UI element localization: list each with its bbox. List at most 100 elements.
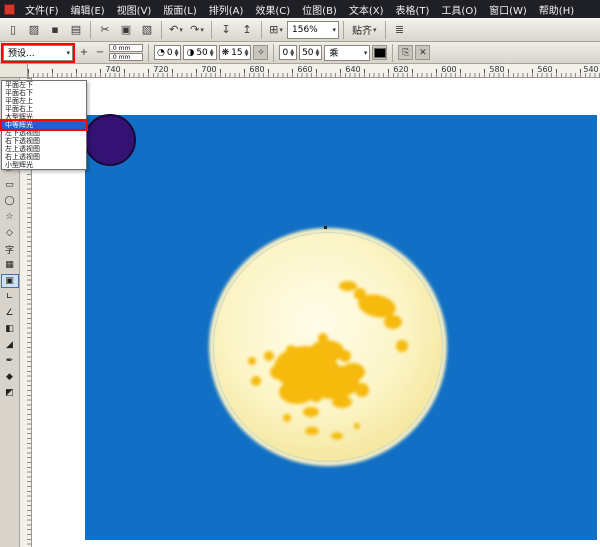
interactive-fill-tool[interactable]: ◩ (1, 386, 19, 400)
shadow-color-swatch (374, 48, 386, 58)
preset-option-flat-bottom-left[interactable]: 平面左下 (2, 81, 86, 89)
shadow-angle-field[interactable]: ◔ 0 ▲▼ (154, 45, 181, 60)
undo-icon[interactable]: ↶▾ (166, 20, 186, 40)
new-document-icon[interactable]: ▯ (3, 20, 23, 40)
menu-text[interactable]: 文本(X) (343, 1, 390, 18)
preset-option-flat-top-left[interactable]: 平面左上 (2, 97, 86, 105)
menu-layout[interactable]: 版面(L) (157, 1, 202, 18)
preset-option-persp-top-right[interactable]: 右上透视图 (2, 153, 86, 161)
shadow-feather-value: 15 (231, 48, 242, 58)
menu-table[interactable]: 表格(T) (390, 1, 436, 18)
spinner-arrows[interactable]: ▲▼ (175, 49, 179, 57)
chevron-down-icon[interactable]: ▾ (179, 26, 183, 34)
menu-tools[interactable]: 工具(O) (435, 1, 483, 18)
ruler-number: 620 (392, 65, 410, 74)
polygon-tool[interactable]: ☆ (1, 210, 19, 224)
copy-shadow-properties-button[interactable]: ⎘ (398, 45, 413, 60)
menu-arrange[interactable]: 排列(A) (203, 1, 250, 18)
preset-option-medium-glow[interactable]: 中等辉光 (2, 121, 86, 129)
spinner-arrows[interactable]: ▲▼ (245, 49, 249, 57)
ruler-origin-button[interactable] (0, 64, 28, 78)
redo-icon[interactable]: ↷▾ (187, 20, 207, 40)
ruler-number: 540 (582, 65, 600, 74)
transparency-tool[interactable]: ◧ (1, 322, 19, 336)
clear-shadow-button[interactable]: ✕ (415, 45, 430, 60)
ruler-number: 560 (536, 65, 554, 74)
chevron-down-icon[interactable]: ▾ (200, 26, 204, 34)
purple-circle-object[interactable] (84, 114, 136, 166)
cut-icon[interactable]: ✂ (95, 20, 115, 40)
spinner-arrows[interactable]: ▲▼ (290, 49, 294, 57)
preset-dropdown[interactable]: 预设... ▾ (3, 45, 73, 61)
moon-object[interactable] (211, 230, 445, 464)
chevron-down-icon: ▾ (332, 26, 336, 34)
ruler-number: 680 (248, 65, 266, 74)
shadow-fade-field[interactable]: 0 ▲▼ (279, 45, 297, 60)
options-icon[interactable]: ≣ (390, 20, 410, 40)
preset-option-persp-bottom-left[interactable]: 左下透视图 (2, 129, 86, 137)
drop-shadow-tool[interactable]: ▣ (1, 274, 19, 288)
merge-mode-dropdown[interactable]: 乘 ▾ (324, 45, 370, 61)
preset-option-persp-bottom-right[interactable]: 右下透视图 (2, 137, 86, 145)
ellipse-tool[interactable]: ◯ (1, 194, 19, 208)
save-icon[interactable]: ▪ (45, 20, 65, 40)
app-launcher-icon[interactable]: ⊞▾ (266, 20, 286, 40)
preset-option-flat-bottom-right[interactable]: 平面右下 (2, 89, 86, 97)
shadow-color-picker[interactable] (372, 45, 387, 60)
spinner-arrows[interactable]: ▲▼ (316, 49, 320, 57)
copy-icon[interactable]: ▣ (116, 20, 136, 40)
import-icon[interactable]: ↧ (216, 20, 236, 40)
open-icon[interactable]: ▨ (24, 20, 44, 40)
menu-view[interactable]: 视图(V) (111, 1, 158, 18)
preset-option-large-glow[interactable]: 大型辉光 (2, 113, 86, 121)
menu-window[interactable]: 窗口(W) (483, 1, 533, 18)
menu-help[interactable]: 帮助(H) (533, 1, 580, 18)
menu-effects[interactable]: 效果(C) (249, 1, 296, 18)
spinner-arrows[interactable]: ▲▼ (210, 49, 214, 57)
zoom-level-combo[interactable]: 156% ▾ (287, 21, 339, 39)
print-icon[interactable]: ▤ (66, 20, 86, 40)
eyedropper-tool[interactable]: ◢ (1, 338, 19, 352)
menu-edit[interactable]: 编辑(E) (65, 1, 111, 18)
drawing-canvas[interactable] (32, 78, 600, 547)
basic-shapes-tool[interactable]: ◇ (1, 226, 19, 240)
snap-to-button[interactable]: 贴齐 ▾ (348, 20, 381, 40)
feather-icon: ❋ (222, 48, 230, 58)
chevron-down-icon: ▾ (364, 49, 368, 57)
shadow-offset-x-input[interactable] (109, 44, 143, 52)
ruler-number: 700 (200, 65, 218, 74)
rectangle-tool[interactable]: ▭ (1, 178, 19, 192)
table-tool[interactable]: ▦ (1, 258, 19, 272)
toolbar-separator (161, 21, 162, 39)
export-icon[interactable]: ↥ (237, 20, 257, 40)
fill-tool[interactable]: ◆ (1, 370, 19, 384)
menu-file[interactable]: 文件(F) (19, 1, 65, 18)
preset-option-small-glow[interactable]: 小型辉光 (2, 161, 86, 169)
zoom-level-value: 156% (292, 25, 318, 35)
feather-direction-button[interactable]: ✧ (253, 45, 268, 60)
menu-bar: 文件(F) 编辑(E) 视图(V) 版面(L) 排列(A) 效果(C) 位图(B… (0, 0, 600, 18)
connector-tool[interactable]: ∟ (1, 290, 19, 304)
text-tool[interactable]: 字 (1, 242, 19, 256)
chevron-down-icon[interactable]: ▾ (279, 26, 283, 34)
outline-pen-tool[interactable]: ✒ (1, 354, 19, 368)
toolbar-separator (261, 21, 262, 39)
shadow-offset-y-input[interactable] (109, 53, 143, 61)
paste-icon[interactable]: ▧ (137, 20, 157, 40)
ruler-number: 660 (296, 65, 314, 74)
preset-option-flat-top-right[interactable]: 平面右上 (2, 105, 86, 113)
delete-preset-button[interactable]: − (93, 45, 107, 61)
shadow-feather-field[interactable]: ❋ 15 ▲▼ (219, 45, 252, 60)
preset-option-persp-top-left[interactable]: 左上透视图 (2, 145, 86, 153)
snap-to-label: 贴齐 (352, 22, 372, 37)
chevron-down-icon: ▾ (66, 49, 70, 57)
dimension-tool[interactable]: ∠ (1, 306, 19, 320)
moon-shape (211, 230, 445, 464)
add-preset-button[interactable]: + (77, 45, 91, 61)
preset-value: 预设... (8, 46, 35, 59)
coreldraw-window: 文件(F) 编辑(E) 视图(V) 版面(L) 排列(A) 效果(C) 位图(B… (0, 0, 600, 547)
menu-bitmaps[interactable]: 位图(B) (296, 1, 343, 18)
app-logo-icon (4, 4, 15, 15)
shadow-stretch-field[interactable]: 50 ▲▼ (299, 45, 322, 60)
shadow-opacity-field[interactable]: ◑ 50 ▲▼ (183, 45, 216, 60)
